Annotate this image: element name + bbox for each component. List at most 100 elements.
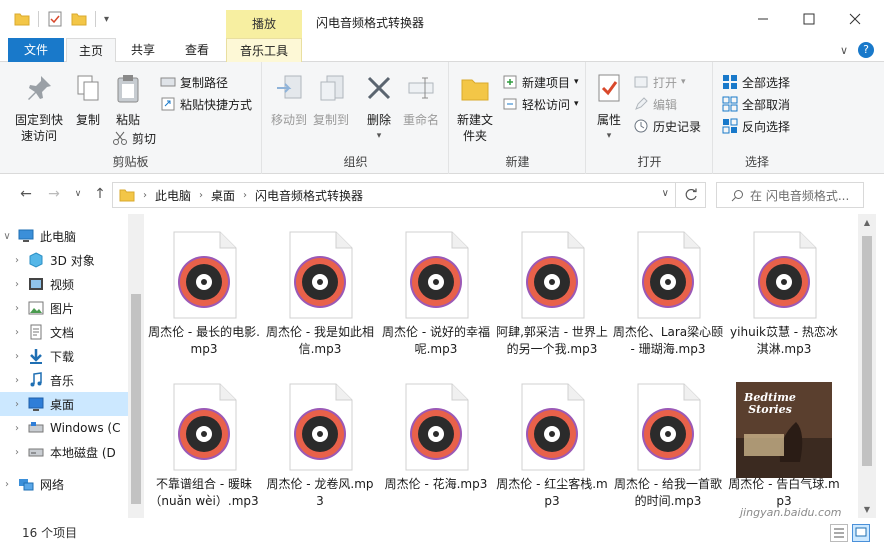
breadcrumb-this-pc[interactable]: 此电脑 [155,187,191,204]
tab-file[interactable]: 文件 [8,38,64,62]
file-item[interactable]: 不靠谱组合 - 暖昧（nuǎn wèi）.mp3 [148,382,260,510]
file-item[interactable]: 周杰伦 - 龙卷风.mp3 [264,382,376,510]
file-item[interactable]: 周杰伦 - 花海.mp3 [380,382,492,493]
expand-chevron-icon[interactable]: ∨ [0,231,14,242]
rename-button[interactable]: 重命名 [401,72,441,128]
chevron-right-icon[interactable]: › [10,399,24,410]
nav-item-documents[interactable]: › 文档 [0,320,128,344]
invert-selection-button[interactable]: 反向选择 [722,116,790,136]
chevron-right-icon[interactable]: › [0,479,14,490]
audio-file-icon [284,230,356,320]
audio-file-icon [516,230,588,320]
scissors-icon [113,131,127,145]
chevron-right-icon[interactable]: › [10,327,24,338]
copy-path-button[interactable]: 复制路径 [160,72,228,92]
copy-button[interactable]: 复制 [72,72,104,128]
qat-dropdown-icon[interactable]: ▾ [104,14,109,25]
collapse-ribbon-icon[interactable]: ∨ [840,44,848,57]
delete-button[interactable]: 删除 ▾ [363,72,395,144]
new-folder-button[interactable]: 新建文件夹 [454,72,496,144]
breadcrumb-current-folder[interactable]: 闪电音频格式转换器 [255,187,363,204]
back-button[interactable]: ← [18,186,34,202]
new-folder-icon[interactable] [71,11,87,27]
nav-pane-scroll-thumb[interactable] [131,294,141,504]
file-item[interactable]: 周杰伦 - 最长的电影.mp3 [148,230,260,358]
scroll-up-icon[interactable]: ▲ [858,214,876,227]
edit-button[interactable]: 编辑 [633,94,677,114]
maximize-button[interactable] [786,4,832,34]
breadcrumb-separator-icon: › [199,189,204,201]
file-item[interactable]: yihuik苡慧 - 热恋冰淇淋.mp3 [728,230,840,358]
paste-shortcut-button[interactable]: 粘贴快捷方式 [160,94,252,114]
nav-item-pictures[interactable]: › 图片 [0,296,128,320]
ribbon-right-controls: ∨ ? [840,42,874,58]
refresh-button[interactable] [675,183,705,207]
search-box[interactable]: 在 闪电音频格式... [716,182,864,208]
file-item[interactable]: Bedtime Stories 周杰伦 - 告白气球.mp3 [728,382,840,510]
tab-share[interactable]: 共享 [118,38,168,62]
audio-file-icon [632,382,704,472]
address-dropdown-icon[interactable]: ∨ [662,188,669,199]
properties-icon[interactable] [47,11,63,27]
file-item[interactable]: 周杰伦 - 给我一首歌的时间.mp3 [612,382,724,510]
address-bar[interactable]: › 此电脑 › 桌面 › 闪电音频格式转换器 ∨ [112,182,706,208]
chevron-right-icon[interactable]: › [10,255,24,266]
history-button[interactable]: 历史记录 [633,116,701,136]
nav-item-local-disk-d[interactable]: › 本地磁盘 (D [0,440,128,464]
chevron-right-icon[interactable]: › [10,303,24,314]
nav-item-video[interactable]: › 视频 [0,272,128,296]
close-button[interactable] [832,4,878,34]
delete-dropdown-icon: ▾ [376,131,382,141]
chevron-right-icon[interactable]: › [10,351,24,362]
move-to-button[interactable]: 移动到 [269,72,309,128]
content-scroll-thumb[interactable] [862,236,872,466]
cut-button[interactable]: 剪切 [112,128,156,148]
large-icons-view-button[interactable] [852,524,870,542]
folder-icon[interactable] [14,11,30,27]
paste-button[interactable]: 粘贴 [112,72,144,128]
tab-home[interactable]: 主页 [66,38,116,63]
chevron-right-icon[interactable]: › [10,447,24,458]
recent-locations-button[interactable]: ∨ [70,186,86,202]
breadcrumb-desktop[interactable]: 桌面 [211,187,235,204]
help-icon[interactable]: ? [858,42,874,58]
audio-file-icon [516,382,588,472]
file-name: yihuik苡慧 - 热恋冰淇淋.mp3 [730,325,838,356]
nav-item-network[interactable]: › 网络 [0,472,128,496]
file-item[interactable]: 周杰伦、Lara梁心颐 - 珊瑚海.mp3 [612,230,724,358]
file-item[interactable]: 周杰伦 - 说好的幸福呢.mp3 [380,230,492,358]
file-item[interactable]: 周杰伦 - 红尘客栈.mp3 [496,382,608,510]
title-bar: ▾ 播放 闪电音频格式转换器 [0,0,884,38]
nav-item-3d-objects[interactable]: › 3D 对象 [0,248,128,272]
nav-item-downloads[interactable]: › 下载 [0,344,128,368]
chevron-right-icon[interactable]: › [10,375,24,386]
delete-label: 删除 [366,113,391,127]
easy-access-button[interactable]: 轻松访问 ▾ [502,94,579,114]
pin-to-quick-access-button[interactable]: 固定到快速访问 [10,72,68,144]
chevron-right-icon[interactable]: › [10,423,24,434]
file-item[interactable]: 周杰伦 - 我是如此相信.mp3 [264,230,376,358]
new-item-button[interactable]: 新建项目 ▾ [502,72,579,92]
nav-item-this-pc[interactable]: ∨ 此电脑 [0,224,128,248]
chevron-right-icon[interactable]: › [10,279,24,290]
file-name: 周杰伦 - 给我一首歌的时间.mp3 [614,477,722,508]
file-item[interactable]: 阿肆,郭采洁 - 世界上的另一个我.mp3 [496,230,608,358]
open-button[interactable]: 打开 ▾ [633,72,686,92]
details-view-button[interactable] [830,524,848,542]
forward-button[interactable]: → [46,186,62,202]
minimize-button[interactable] [740,4,786,34]
copy-to-button[interactable]: 复制到 [311,72,351,128]
nav-item-windows-c[interactable]: › Windows (C [0,416,128,440]
group-label-select: 选择 [744,155,769,169]
scroll-down-icon[interactable]: ▼ [858,505,876,514]
up-button[interactable]: ↑ [92,186,108,202]
tab-music-tools[interactable]: 音乐工具 [226,38,302,62]
select-all-button[interactable]: 全部选择 [722,72,790,92]
downloads-icon [30,349,42,364]
audio-file-icon [400,382,472,472]
nav-item-music[interactable]: › 音乐 [0,368,128,392]
nav-item-desktop[interactable]: › 桌面 [0,392,128,416]
select-none-button[interactable]: 全部取消 [722,94,790,114]
tab-view[interactable]: 查看 [170,38,224,62]
properties-button[interactable]: 属性 ▾ [593,72,625,144]
